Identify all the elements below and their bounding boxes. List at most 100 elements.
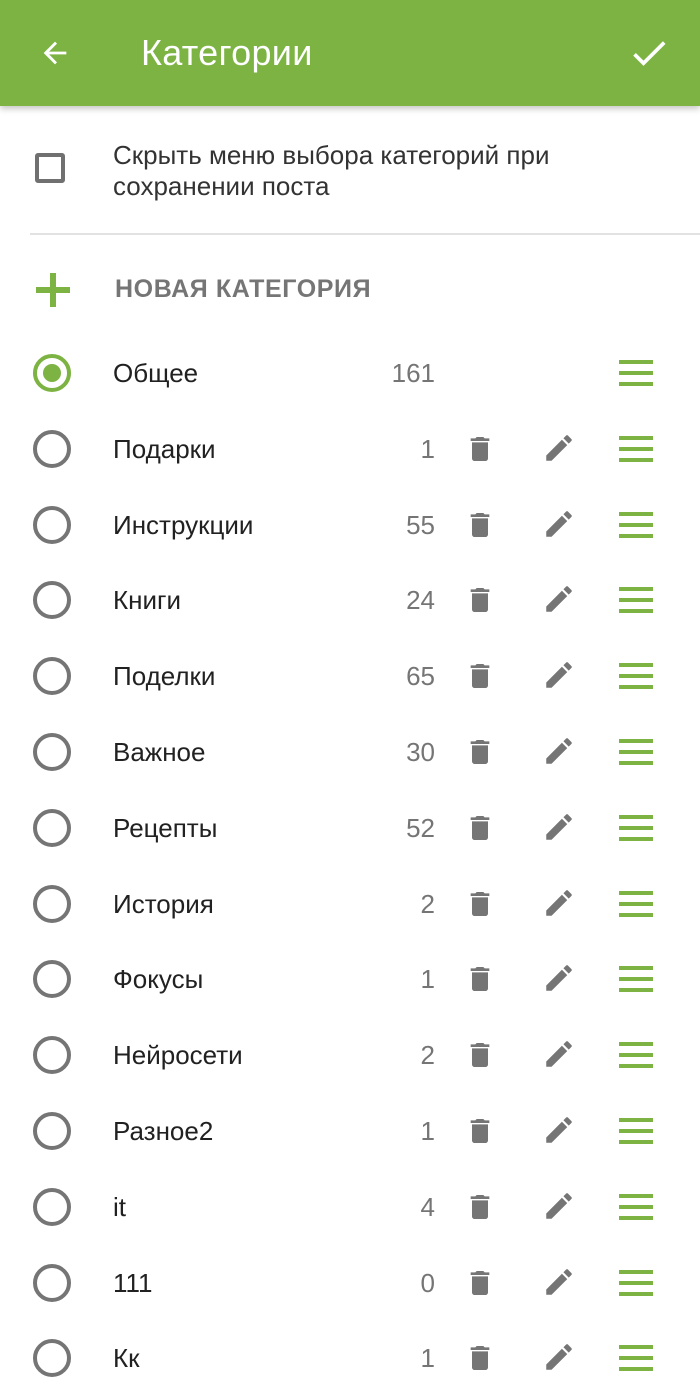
category-row[interactable]: Кк 1: [0, 1321, 700, 1397]
drag-handle-icon[interactable]: [617, 1116, 655, 1146]
category-name: it: [113, 1191, 126, 1222]
edit-icon[interactable]: [542, 1189, 576, 1223]
category-row[interactable]: Важное 30: [0, 715, 700, 791]
category-name: Подарки: [113, 433, 216, 464]
hide-menu-checkbox[interactable]: [35, 153, 65, 183]
drag-handle-icon[interactable]: [617, 358, 655, 388]
drag-handle-icon[interactable]: [617, 1192, 655, 1222]
delete-icon[interactable]: [464, 962, 496, 996]
check-icon: [633, 41, 666, 66]
delete-icon[interactable]: [464, 1114, 496, 1148]
divider: [30, 233, 700, 235]
delete-icon[interactable]: [464, 583, 496, 617]
category-row[interactable]: Общее 161: [0, 336, 700, 412]
delete-icon[interactable]: [464, 1190, 496, 1224]
category-count: 161: [391, 358, 435, 388]
category-row[interactable]: Подарки 1: [0, 412, 700, 488]
category-radio[interactable]: [33, 884, 71, 923]
category-radio[interactable]: [33, 505, 71, 544]
drag-handle-icon[interactable]: [617, 585, 655, 615]
category-row[interactable]: Книги 24: [0, 563, 700, 639]
category-radio[interactable]: [33, 429, 71, 468]
category-row[interactable]: 111 0: [0, 1246, 700, 1322]
category-count: 1: [420, 1115, 435, 1146]
category-radio[interactable]: [33, 657, 71, 696]
category-count: 2: [420, 888, 435, 919]
delete-icon[interactable]: [464, 1341, 496, 1375]
category-radio[interactable]: [33, 1036, 71, 1075]
drag-handle-icon[interactable]: [617, 434, 655, 464]
edit-icon[interactable]: [542, 1037, 576, 1071]
back-button[interactable]: [30, 28, 80, 78]
drag-handle-icon[interactable]: [617, 1040, 655, 1070]
edit-icon[interactable]: [542, 1340, 576, 1374]
delete-icon[interactable]: [464, 1266, 496, 1300]
edit-icon[interactable]: [542, 1113, 576, 1147]
edit-icon[interactable]: [542, 431, 576, 465]
plus-icon: [36, 273, 70, 307]
drag-handle-icon[interactable]: [617, 1343, 655, 1373]
new-category-button[interactable]: НОВАЯ КАТЕГОРИЯ: [0, 250, 700, 328]
category-name: История: [113, 888, 214, 919]
category-radio[interactable]: [33, 1263, 71, 1302]
edit-icon[interactable]: [542, 886, 576, 920]
category-row[interactable]: it 4: [0, 1170, 700, 1246]
category-radio[interactable]: [33, 1339, 71, 1378]
category-count: 1: [420, 964, 435, 995]
category-row[interactable]: Рецепты 52: [0, 791, 700, 867]
delete-icon[interactable]: [464, 1038, 496, 1072]
category-radio[interactable]: [33, 354, 71, 392]
category-list: Общее 161 Подарки 1 Инструкции 55 Книги 24 Подел…: [0, 336, 700, 1397]
drag-handle-icon[interactable]: [617, 510, 655, 540]
edit-icon[interactable]: [542, 582, 576, 616]
drag-handle-icon[interactable]: [617, 889, 655, 919]
category-name: Фокусы: [113, 964, 204, 995]
category-row[interactable]: Нейросети 2: [0, 1018, 700, 1094]
delete-icon[interactable]: [464, 887, 496, 921]
category-name: 111: [113, 1267, 153, 1298]
category-row[interactable]: Фокусы 1: [0, 942, 700, 1018]
edit-icon[interactable]: [542, 734, 576, 768]
category-count: 4: [420, 1191, 435, 1222]
delete-icon[interactable]: [464, 659, 496, 693]
delete-icon[interactable]: [464, 432, 496, 466]
drag-handle-icon[interactable]: [617, 661, 655, 691]
category-name: Рецепты: [113, 812, 218, 843]
drag-handle-icon[interactable]: [617, 737, 655, 767]
edit-icon[interactable]: [542, 658, 576, 692]
drag-handle-icon[interactable]: [617, 964, 655, 994]
edit-icon[interactable]: [542, 507, 576, 541]
category-name: Инструкции: [113, 509, 254, 540]
delete-icon[interactable]: [464, 508, 496, 542]
confirm-button[interactable]: [622, 26, 676, 80]
edit-icon[interactable]: [542, 1265, 576, 1299]
category-count: 65: [406, 661, 435, 692]
category-count: 55: [406, 509, 435, 540]
category-radio[interactable]: [33, 581, 71, 620]
edit-icon[interactable]: [542, 961, 576, 995]
category-name: Важное: [113, 736, 206, 767]
category-count: 1: [420, 433, 435, 464]
category-row[interactable]: Инструкции 55: [0, 488, 700, 564]
hide-menu-option[interactable]: Скрыть меню выбора категорий при сохране…: [0, 106, 700, 234]
new-category-label: НОВАЯ КАТЕГОРИЯ: [115, 275, 372, 303]
page-title: Категории: [141, 32, 313, 73]
category-count: 52: [406, 812, 435, 843]
drag-handle-icon[interactable]: [617, 1268, 655, 1298]
category-row[interactable]: Разное2 1: [0, 1094, 700, 1170]
category-radio[interactable]: [33, 960, 71, 999]
category-radio[interactable]: [33, 808, 71, 847]
delete-icon[interactable]: [464, 811, 496, 845]
category-row[interactable]: История 2: [0, 867, 700, 943]
category-count: 24: [406, 585, 435, 616]
delete-icon[interactable]: [464, 735, 496, 769]
category-name: Нейросети: [113, 1040, 243, 1071]
category-row[interactable]: Поделки 65: [0, 639, 700, 715]
category-radio[interactable]: [33, 732, 71, 771]
category-name: Кк: [113, 1343, 140, 1374]
category-radio[interactable]: [33, 1187, 71, 1226]
category-radio[interactable]: [33, 1111, 71, 1150]
edit-icon[interactable]: [542, 810, 576, 844]
drag-handle-icon[interactable]: [617, 813, 655, 843]
category-name: Поделки: [113, 661, 216, 692]
